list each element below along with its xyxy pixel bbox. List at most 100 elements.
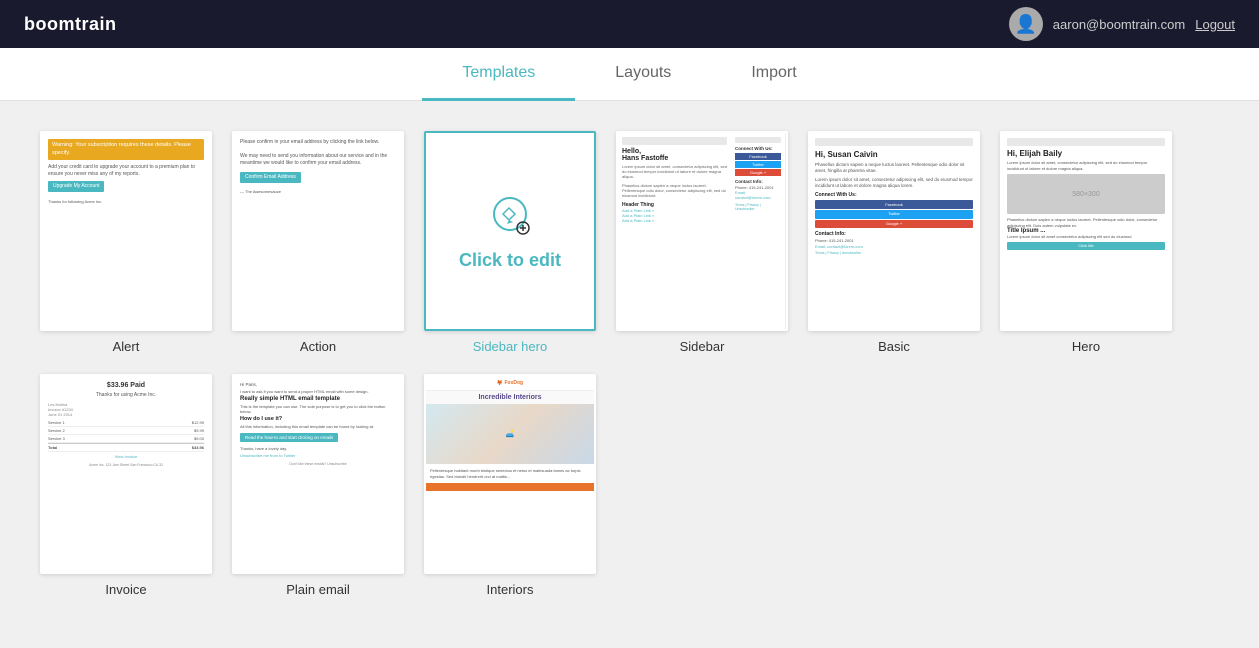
basic-facebook-btn: Facebook [815, 200, 973, 209]
app-header: boomtrain 👤 aaron@boomtrain.com Logout [0, 0, 1259, 48]
click-to-edit-overlay: Click to edit [426, 133, 594, 329]
basic-contact-label: Contact Info: [815, 231, 973, 238]
template-thumb-invoice[interactable]: $33.96 Paid Thanks for using Acme Inc. L… [40, 374, 212, 574]
template-thumb-hero[interactable]: Hi, Elijah Baily Lorem ipsum dolor sit a… [1000, 131, 1172, 331]
user-email: aaron@boomtrain.com [1053, 17, 1185, 32]
plain-intro: I want to ask if you want to send a prop… [240, 389, 396, 394]
invoice-thanks: Thanks for using Acme Inc. [48, 392, 204, 398]
template-label-interiors: Interiors [487, 582, 534, 597]
alert-footer: Thanks for following Acme Inc. [48, 199, 204, 205]
interiors-header: 🦊 FoxDog [426, 376, 594, 391]
template-thumb-sidebar-hero[interactable]: Click to edit [424, 131, 596, 331]
template-item-alert[interactable]: Warning: Your subscription requires thes… [40, 131, 212, 354]
hero-hi-text: Hi, Elijah Baily [1007, 149, 1165, 158]
facebook-btn: Facebook [735, 153, 781, 160]
template-preview-basic: Hi, Susan Caivin Phasellus dictum sapien… [810, 133, 978, 261]
logout-button[interactable]: Logout [1195, 17, 1235, 32]
avatar: 👤 [1009, 7, 1043, 41]
plain-desc: This is the template you can use. The so… [240, 404, 396, 414]
template-label-invoice: Invoice [105, 582, 146, 597]
template-thumb-action[interactable]: Please confirm in your email address by … [232, 131, 404, 331]
tab-templates[interactable]: Templates [422, 48, 575, 101]
template-thumb-interiors[interactable]: 🦊 FoxDog Incredible Interiors 🛋️ Pellent… [424, 374, 596, 574]
template-item-interiors[interactable]: 🦊 FoxDog Incredible Interiors 🛋️ Pellent… [424, 374, 596, 597]
template-item-action[interactable]: Please confirm in your email address by … [232, 131, 404, 354]
nav-tabs: Templates Layouts Import [0, 48, 1259, 101]
template-item-sidebar[interactable]: Hello,Hans Fastoffe Lorem ipsum dolor si… [616, 131, 788, 354]
invoice-row-1: Service 1$12.99 [48, 419, 204, 427]
template-preview-plain-email: Hi Paris, I want to ask if you want to s… [234, 376, 402, 472]
template-label-basic: Basic [878, 339, 910, 354]
template-thumb-plain-email[interactable]: Hi Paris, I want to ask if you want to s… [232, 374, 404, 574]
click-to-edit-text: Click to edit [459, 250, 561, 271]
template-preview-invoice: $33.96 Paid Thanks for using Acme Inc. L… [42, 376, 210, 473]
basic-body-text2: Lorem ipsum dolor sit amet, consectetur … [815, 177, 973, 190]
template-thumb-alert[interactable]: Warning: Your subscription requires thes… [40, 131, 212, 331]
alert-button: Upgrade My Account [48, 181, 104, 192]
hero-body-text2: Phasellus dictum sapien a neque luctus l… [1007, 217, 1165, 228]
template-label-action: Action [300, 339, 336, 354]
sidebar-body-text2: Phasellus dictum sapien a neque luctus l… [622, 183, 727, 199]
contact-label: Contact Info: [735, 179, 781, 184]
template-preview-interiors: 🦊 FoxDog Incredible Interiors 🛋️ Pellent… [426, 376, 594, 572]
invoice-total: Total$33.96 [48, 443, 204, 452]
invoice-row-3: Service 3$9.00 [48, 435, 204, 443]
plain-footer: Don't like these emails? Unsubscribe [240, 462, 396, 466]
plain-hi: Hi Paris, [240, 382, 396, 387]
plain-title: Really simple HTML email template [240, 396, 396, 402]
basic-connect-label: Connect With Us: [815, 192, 973, 199]
hero-body-text3: Lorem ipsum dolor sit amet consectetur a… [1007, 234, 1165, 240]
template-label-sidebar-hero: Sidebar hero [473, 339, 547, 354]
template-item-plain-email[interactable]: Hi Paris, I want to ask if you want to s… [232, 374, 404, 597]
sidebar-side-panel: Connect With Us: Facebook Twitter Google… [731, 133, 786, 329]
interiors-hero-image: 🛋️ [426, 404, 594, 464]
plain-how-desc: All this information, including this ema… [240, 424, 396, 429]
tab-import[interactable]: Import [711, 48, 836, 101]
basic-twitter-btn: Twitter [815, 210, 973, 219]
alert-bar: Warning: Your subscription requires thes… [48, 139, 204, 160]
action-footer: — The Awesomesauce [240, 189, 396, 195]
plain-button: Read the how-to and start clicking on em… [240, 433, 338, 442]
sidebar-body-text: Lorem ipsum dolor sit amet, consectetur … [622, 164, 727, 180]
basic-hi-text: Hi, Susan Caivin [815, 149, 973, 160]
main-content: Warning: Your subscription requires thes… [0, 101, 1259, 648]
sidebar-footer-links: Terms | Privacy | Unsubscribe [735, 203, 781, 211]
invoice-row-2: Service 2$9.99 [48, 427, 204, 435]
template-grid: Warning: Your subscription requires thes… [40, 131, 1219, 597]
invoice-info: Les MolinaInvoice #1234June 01 2014 [48, 402, 204, 417]
template-label-alert: Alert [113, 339, 140, 354]
plain-thanks: Thanks, have a lovely day. [240, 446, 396, 451]
invoice-view-link: View Invoice [48, 454, 204, 459]
interiors-footer-bar [426, 483, 594, 491]
interiors-title: Incredible Interiors [426, 391, 594, 404]
sidebar-link3: Add a Plain Link » [622, 218, 727, 223]
basic-google-btn: Google + [815, 220, 973, 229]
plain-link: Unsubscribe me from to Twitter [240, 453, 396, 458]
template-label-sidebar: Sidebar [680, 339, 725, 354]
template-item-sidebar-hero[interactable]: Click to edit Sidebar hero [424, 131, 596, 354]
hero-image: 580×300 [1007, 174, 1165, 214]
google-btn: Google + [735, 169, 781, 176]
pencil-icon [485, 192, 535, 242]
interiors-body: Pellentesque habitant morbi tristique se… [426, 464, 594, 483]
basic-footer-links: Terms | Privacy | Unsubscribe [815, 251, 973, 256]
template-thumb-sidebar[interactable]: Hello,Hans Fastoffe Lorem ipsum dolor si… [616, 131, 788, 331]
template-item-basic[interactable]: Hi, Susan Caivin Phasellus dictum sapien… [808, 131, 980, 354]
header-user-section: 👤 aaron@boomtrain.com Logout [1009, 7, 1235, 41]
template-item-hero[interactable]: Hi, Elijah Baily Lorem ipsum dolor sit a… [1000, 131, 1172, 354]
tab-layouts[interactable]: Layouts [575, 48, 711, 101]
basic-body-text: Phasellus dictum sapien a neque luctus l… [815, 162, 973, 175]
template-preview-action: Please confirm in your email address by … [234, 133, 402, 204]
interiors-logo: 🦊 FoxDog [497, 380, 523, 386]
sidebar-hello-text: Hello,Hans Fastoffe [622, 148, 727, 162]
template-preview-alert: Warning: Your subscription requires thes… [42, 133, 210, 211]
invoice-footer-address: Acme Inc. 123 Jam Street San Francisco C… [48, 463, 204, 467]
app-logo: boomtrain [24, 14, 117, 35]
template-label-hero: Hero [1072, 339, 1100, 354]
invoice-paid-text: $33.96 Paid [48, 382, 204, 389]
template-preview-hero: Hi, Elijah Baily Lorem ipsum dolor sit a… [1002, 133, 1170, 255]
template-thumb-basic[interactable]: Hi, Susan Caivin Phasellus dictum sapien… [808, 131, 980, 331]
basic-contact-email: Email: contact@lorem.com [815, 244, 973, 250]
action-body-text: Please confirm in your email address by … [240, 139, 396, 167]
template-item-invoice[interactable]: $33.96 Paid Thanks for using Acme Inc. L… [40, 374, 212, 597]
